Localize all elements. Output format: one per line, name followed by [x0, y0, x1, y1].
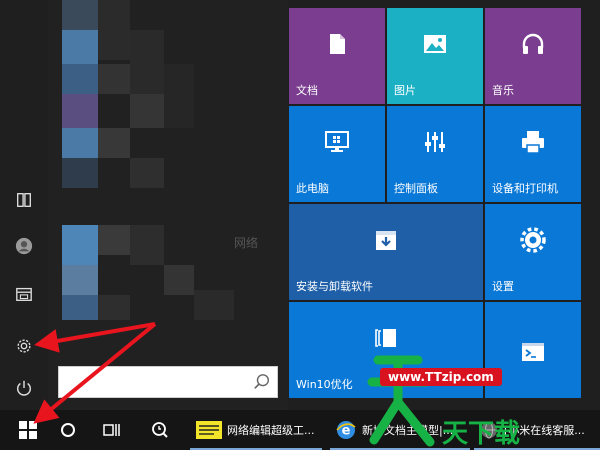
file-explorer-icon	[16, 287, 32, 301]
svg-text:天下载: 天下载	[442, 419, 520, 449]
notepad-icon	[196, 421, 222, 439]
watermark: 天下载 www.TTzip.com	[360, 350, 600, 450]
tablet-mode-icon	[17, 193, 31, 207]
tile-documents[interactable]: 文档	[289, 8, 385, 104]
sliders-icon	[425, 132, 445, 152]
tile-pictures[interactable]: 图片	[387, 8, 483, 104]
task-view-button[interactable]	[92, 410, 132, 450]
tile-label: 音乐	[492, 84, 514, 97]
user-icon	[15, 237, 33, 255]
tile-control-panel[interactable]: 控制面板	[387, 106, 483, 202]
tile-devices-printers[interactable]: 设备和打印机	[485, 106, 581, 202]
watermark-logo: 天下载	[367, 355, 520, 449]
power-icon	[16, 380, 32, 396]
search-input[interactable]	[59, 367, 249, 397]
tile-label: Win10优化	[296, 378, 353, 391]
taskbar-app-label: 网络编辑超级工...	[227, 424, 315, 437]
tile-music[interactable]: 音乐	[485, 8, 581, 104]
settings-rail-button[interactable]	[0, 326, 48, 366]
picture-icon	[424, 35, 446, 53]
browser-e-icon: e	[336, 421, 356, 439]
tile-this-pc[interactable]: 此电脑	[289, 106, 385, 202]
user-account-button[interactable]	[0, 226, 48, 266]
tile-settings[interactable]: 设置	[485, 204, 581, 300]
cortana-button[interactable]	[48, 410, 88, 450]
start-button[interactable]	[8, 410, 48, 450]
search-history-icon	[152, 422, 168, 438]
install-box-icon	[376, 231, 396, 250]
tile-label: 此电脑	[296, 182, 329, 195]
taskbar-app-editor[interactable]: 网络编辑超级工...	[190, 410, 322, 450]
app-list[interactable]	[48, 0, 288, 410]
printer-icon	[522, 131, 544, 154]
tile-label: 图片	[394, 84, 416, 97]
app-list-obscured-text: 网络	[234, 236, 259, 250]
cortana-circle-icon	[61, 423, 75, 437]
settings-icon	[17, 339, 31, 353]
search-icon[interactable]	[253, 373, 271, 391]
task-view-icon	[103, 424, 120, 436]
tile-label: 安装与卸载软件	[296, 280, 373, 293]
watermark-url: www.TTzip.com	[380, 368, 502, 386]
file-explorer-button[interactable]	[0, 274, 48, 314]
tile-label: 设备和打印机	[492, 182, 558, 195]
monitor-icon	[325, 131, 349, 152]
tile-programs-features[interactable]: 安装与卸载软件	[289, 204, 483, 300]
tile-label: 设置	[492, 280, 514, 293]
tile-label: 控制面板	[394, 182, 438, 195]
headphones-icon	[522, 33, 544, 54]
windows-logo-icon	[19, 421, 37, 439]
search-taskbar-button[interactable]	[140, 410, 180, 450]
document-icon	[330, 34, 345, 54]
gear-icon	[520, 227, 546, 253]
tile-label: 文档	[296, 84, 318, 97]
power-button[interactable]	[0, 368, 48, 408]
tablet-mode-button[interactable]	[0, 180, 48, 220]
start-menu-rail	[0, 0, 48, 410]
search-box[interactable]	[58, 366, 278, 398]
window-bracket-icon	[375, 329, 396, 347]
